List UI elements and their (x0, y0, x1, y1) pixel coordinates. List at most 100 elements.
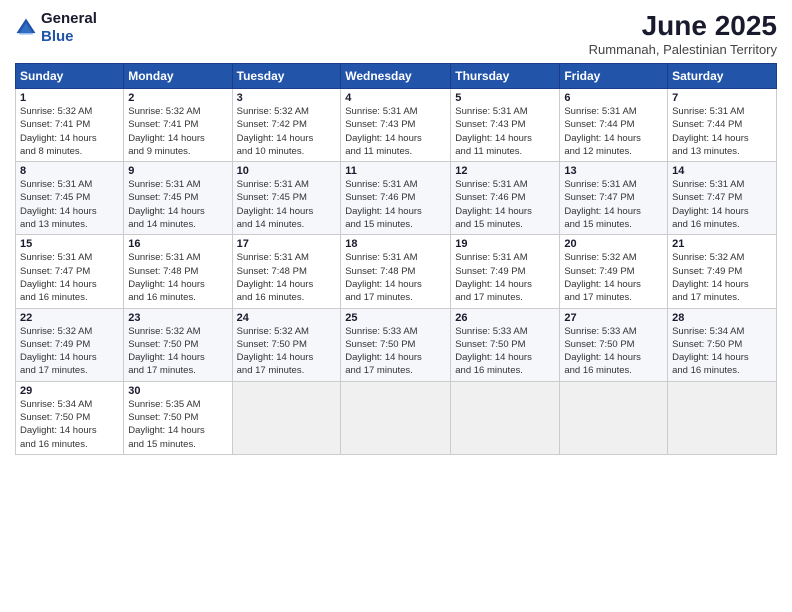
day-number: 11 (345, 165, 446, 177)
day-cell: 27Sunrise: 5:33 AM Sunset: 7:50 PM Dayli… (560, 308, 668, 381)
day-number: 26 (455, 312, 555, 324)
day-number: 30 (128, 385, 227, 397)
day-number: 6 (564, 92, 663, 104)
subtitle: Rummanah, Palestinian Territory (589, 42, 777, 57)
day-number: 29 (20, 385, 119, 397)
day-info: Sunrise: 5:31 AM Sunset: 7:43 PM Dayligh… (455, 105, 555, 158)
day-cell: 17Sunrise: 5:31 AM Sunset: 7:48 PM Dayli… (232, 235, 341, 308)
day-number: 22 (20, 312, 119, 324)
day-number: 21 (672, 238, 772, 250)
logo: General Blue (15, 10, 97, 46)
day-info: Sunrise: 5:34 AM Sunset: 7:50 PM Dayligh… (672, 325, 772, 378)
day-number: 7 (672, 92, 772, 104)
col-friday: Friday (560, 64, 668, 89)
day-info: Sunrise: 5:31 AM Sunset: 7:44 PM Dayligh… (564, 105, 663, 158)
day-info: Sunrise: 5:31 AM Sunset: 7:47 PM Dayligh… (672, 178, 772, 231)
day-number: 28 (672, 312, 772, 324)
day-number: 4 (345, 92, 446, 104)
day-number: 23 (128, 312, 227, 324)
day-cell: 15Sunrise: 5:31 AM Sunset: 7:47 PM Dayli… (16, 235, 124, 308)
week-row-4: 22Sunrise: 5:32 AM Sunset: 7:49 PM Dayli… (16, 308, 777, 381)
week-row-2: 8Sunrise: 5:31 AM Sunset: 7:45 PM Daylig… (16, 162, 777, 235)
day-number: 25 (345, 312, 446, 324)
day-number: 5 (455, 92, 555, 104)
day-info: Sunrise: 5:31 AM Sunset: 7:43 PM Dayligh… (345, 105, 446, 158)
col-saturday: Saturday (668, 64, 777, 89)
day-info: Sunrise: 5:31 AM Sunset: 7:48 PM Dayligh… (237, 251, 337, 304)
day-cell: 3Sunrise: 5:32 AM Sunset: 7:42 PM Daylig… (232, 89, 341, 162)
day-cell (232, 381, 341, 454)
title-area: June 2025 Rummanah, Palestinian Territor… (589, 10, 777, 57)
day-cell: 14Sunrise: 5:31 AM Sunset: 7:47 PM Dayli… (668, 162, 777, 235)
day-cell: 10Sunrise: 5:31 AM Sunset: 7:45 PM Dayli… (232, 162, 341, 235)
day-cell: 21Sunrise: 5:32 AM Sunset: 7:49 PM Dayli… (668, 235, 777, 308)
day-number: 16 (128, 238, 227, 250)
day-number: 27 (564, 312, 663, 324)
week-row-3: 15Sunrise: 5:31 AM Sunset: 7:47 PM Dayli… (16, 235, 777, 308)
day-info: Sunrise: 5:31 AM Sunset: 7:46 PM Dayligh… (455, 178, 555, 231)
day-info: Sunrise: 5:31 AM Sunset: 7:46 PM Dayligh… (345, 178, 446, 231)
day-number: 18 (345, 238, 446, 250)
col-wednesday: Wednesday (341, 64, 451, 89)
page: General Blue June 2025 Rummanah, Palesti… (0, 0, 792, 612)
day-info: Sunrise: 5:32 AM Sunset: 7:50 PM Dayligh… (128, 325, 227, 378)
week-row-5: 29Sunrise: 5:34 AM Sunset: 7:50 PM Dayli… (16, 381, 777, 454)
day-cell: 12Sunrise: 5:31 AM Sunset: 7:46 PM Dayli… (451, 162, 560, 235)
day-cell: 18Sunrise: 5:31 AM Sunset: 7:48 PM Dayli… (341, 235, 451, 308)
day-number: 10 (237, 165, 337, 177)
day-info: Sunrise: 5:32 AM Sunset: 7:42 PM Dayligh… (237, 105, 337, 158)
day-info: Sunrise: 5:31 AM Sunset: 7:45 PM Dayligh… (237, 178, 337, 231)
day-cell: 1Sunrise: 5:32 AM Sunset: 7:41 PM Daylig… (16, 89, 124, 162)
day-number: 8 (20, 165, 119, 177)
day-info: Sunrise: 5:31 AM Sunset: 7:44 PM Dayligh… (672, 105, 772, 158)
day-cell: 2Sunrise: 5:32 AM Sunset: 7:41 PM Daylig… (124, 89, 232, 162)
header: General Blue June 2025 Rummanah, Palesti… (15, 10, 777, 57)
day-info: Sunrise: 5:31 AM Sunset: 7:47 PM Dayligh… (564, 178, 663, 231)
day-info: Sunrise: 5:35 AM Sunset: 7:50 PM Dayligh… (128, 398, 227, 451)
week-row-1: 1Sunrise: 5:32 AM Sunset: 7:41 PM Daylig… (16, 89, 777, 162)
logo-text-blue: Blue (41, 28, 74, 45)
day-cell: 19Sunrise: 5:31 AM Sunset: 7:49 PM Dayli… (451, 235, 560, 308)
col-thursday: Thursday (451, 64, 560, 89)
day-cell (451, 381, 560, 454)
day-cell: 7Sunrise: 5:31 AM Sunset: 7:44 PM Daylig… (668, 89, 777, 162)
day-info: Sunrise: 5:32 AM Sunset: 7:49 PM Dayligh… (672, 251, 772, 304)
day-cell: 16Sunrise: 5:31 AM Sunset: 7:48 PM Dayli… (124, 235, 232, 308)
day-cell: 5Sunrise: 5:31 AM Sunset: 7:43 PM Daylig… (451, 89, 560, 162)
day-info: Sunrise: 5:31 AM Sunset: 7:48 PM Dayligh… (128, 251, 227, 304)
day-info: Sunrise: 5:31 AM Sunset: 7:45 PM Dayligh… (20, 178, 119, 231)
day-info: Sunrise: 5:31 AM Sunset: 7:47 PM Dayligh… (20, 251, 119, 304)
day-info: Sunrise: 5:33 AM Sunset: 7:50 PM Dayligh… (564, 325, 663, 378)
day-number: 24 (237, 312, 337, 324)
day-info: Sunrise: 5:31 AM Sunset: 7:49 PM Dayligh… (455, 251, 555, 304)
main-title: June 2025 (589, 10, 777, 42)
day-info: Sunrise: 5:32 AM Sunset: 7:41 PM Dayligh… (20, 105, 119, 158)
day-number: 19 (455, 238, 555, 250)
day-cell (341, 381, 451, 454)
day-cell (560, 381, 668, 454)
day-cell: 6Sunrise: 5:31 AM Sunset: 7:44 PM Daylig… (560, 89, 668, 162)
day-cell: 23Sunrise: 5:32 AM Sunset: 7:50 PM Dayli… (124, 308, 232, 381)
logo-icon (15, 17, 37, 39)
day-cell: 20Sunrise: 5:32 AM Sunset: 7:49 PM Dayli… (560, 235, 668, 308)
day-number: 12 (455, 165, 555, 177)
day-number: 14 (672, 165, 772, 177)
day-cell: 11Sunrise: 5:31 AM Sunset: 7:46 PM Dayli… (341, 162, 451, 235)
day-number: 3 (237, 92, 337, 104)
day-cell: 22Sunrise: 5:32 AM Sunset: 7:49 PM Dayli… (16, 308, 124, 381)
day-cell: 13Sunrise: 5:31 AM Sunset: 7:47 PM Dayli… (560, 162, 668, 235)
logo-text-general: General (41, 10, 97, 27)
day-cell: 26Sunrise: 5:33 AM Sunset: 7:50 PM Dayli… (451, 308, 560, 381)
col-monday: Monday (124, 64, 232, 89)
day-cell: 4Sunrise: 5:31 AM Sunset: 7:43 PM Daylig… (341, 89, 451, 162)
day-number: 2 (128, 92, 227, 104)
day-info: Sunrise: 5:33 AM Sunset: 7:50 PM Dayligh… (345, 325, 446, 378)
day-info: Sunrise: 5:32 AM Sunset: 7:41 PM Dayligh… (128, 105, 227, 158)
day-info: Sunrise: 5:32 AM Sunset: 7:50 PM Dayligh… (237, 325, 337, 378)
day-cell: 25Sunrise: 5:33 AM Sunset: 7:50 PM Dayli… (341, 308, 451, 381)
day-cell: 30Sunrise: 5:35 AM Sunset: 7:50 PM Dayli… (124, 381, 232, 454)
day-cell: 28Sunrise: 5:34 AM Sunset: 7:50 PM Dayli… (668, 308, 777, 381)
day-info: Sunrise: 5:33 AM Sunset: 7:50 PM Dayligh… (455, 325, 555, 378)
calendar-table: Sunday Monday Tuesday Wednesday Thursday… (15, 63, 777, 455)
day-info: Sunrise: 5:32 AM Sunset: 7:49 PM Dayligh… (20, 325, 119, 378)
